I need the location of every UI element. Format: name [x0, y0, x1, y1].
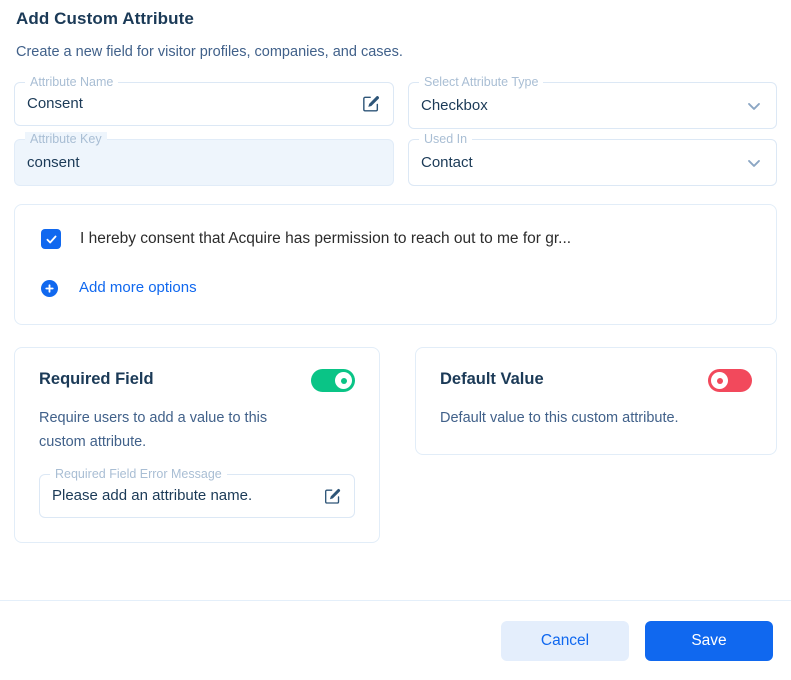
- default-value-description: Default value to this custom attribute.: [440, 410, 679, 426]
- attribute-type-label: Select Attribute Type: [419, 75, 544, 89]
- page-title: Add Custom Attribute: [16, 9, 194, 28]
- settings-panels: Required Field Require users to add a va…: [14, 347, 777, 543]
- chevron-down-icon[interactable]: [744, 153, 764, 173]
- save-button[interactable]: Save: [645, 620, 773, 661]
- toggle-knob: [335, 372, 352, 389]
- dialog-header: Add Custom Attribute Create a new field …: [0, 0, 791, 62]
- attribute-name-label: Attribute Name: [25, 75, 119, 89]
- attribute-key-value: consent: [27, 153, 80, 171]
- required-field-title: Required Field: [39, 370, 154, 388]
- add-more-options-button[interactable]: Add more options: [15, 278, 776, 298]
- toggle-knob: [711, 372, 728, 389]
- attribute-key-field[interactable]: Attribute Key consent: [14, 132, 394, 186]
- add-more-options-label: Add more options: [79, 279, 197, 296]
- attribute-type-value: Checkbox: [421, 96, 488, 114]
- dialog-footer: Cancel Save: [0, 601, 791, 680]
- attribute-form: Attribute Name Consent Select Attribute …: [0, 75, 791, 186]
- required-field-panel: Required Field Require users to add a va…: [14, 347, 380, 543]
- chevron-down-icon[interactable]: [744, 96, 764, 116]
- attribute-key-label: Attribute Key: [25, 132, 107, 146]
- option-checkbox[interactable]: [41, 229, 61, 249]
- attribute-name-field[interactable]: Attribute Name Consent: [14, 75, 394, 126]
- dialog-subtitle: Create a new field for visitor profiles,…: [16, 44, 403, 60]
- required-field-toggle[interactable]: [311, 369, 355, 392]
- attribute-name-value: Consent: [27, 95, 83, 112]
- attribute-type-select[interactable]: Select Attribute Type Checkbox: [408, 75, 777, 129]
- required-field-error-message-value: Please add an attribute name.: [52, 487, 253, 504]
- used-in-label: Used In: [419, 132, 473, 146]
- option-item[interactable]: I hereby consent that Acquire has permis…: [15, 229, 776, 249]
- edit-pencil-icon[interactable]: [323, 487, 342, 506]
- options-card: I hereby consent that Acquire has permis…: [14, 204, 777, 325]
- required-field-error-message-label: Required Field Error Message: [50, 467, 227, 481]
- required-field-error-wrap: Required Field Error Message Please add …: [39, 467, 355, 518]
- option-label: I hereby consent that Acquire has permis…: [80, 230, 572, 247]
- edit-pencil-icon[interactable]: [361, 94, 381, 114]
- default-value-toggle[interactable]: [708, 369, 752, 392]
- cancel-button[interactable]: Cancel: [501, 620, 629, 661]
- required-field-header: Required Field: [39, 368, 355, 392]
- required-field-error-message-field[interactable]: Required Field Error Message Please add …: [39, 467, 355, 518]
- default-value-title: Default Value: [440, 370, 544, 388]
- plus-icon: [41, 279, 58, 297]
- default-value-header: Default Value: [440, 368, 752, 392]
- default-value-panel: Default Value Default value to this cust…: [415, 347, 777, 455]
- used-in-value: Contact: [421, 153, 473, 171]
- used-in-select[interactable]: Used In Contact: [408, 132, 777, 186]
- add-custom-attribute-dialog: Add Custom Attribute Create a new field …: [0, 0, 791, 680]
- required-field-description: Require users to add a value to this cus…: [39, 410, 268, 450]
